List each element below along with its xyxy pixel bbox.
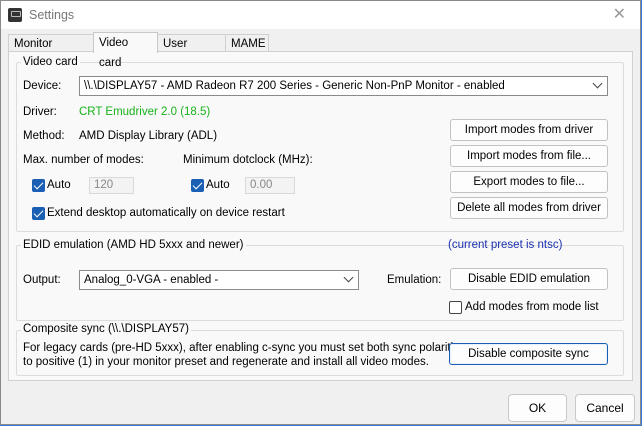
output-select[interactable]: Analog_0-VGA - enabled - — [79, 270, 359, 290]
device-value: \\.\DISPLAY57 - AMD Radeon R7 200 Series… — [84, 80, 505, 92]
device-label: Device: — [23, 80, 62, 92]
edid-group-label: EDID emulation (AMD HD 5xxx and newer) — [21, 239, 246, 251]
import-modes-file-button[interactable]: Import modes from file... — [450, 145, 608, 167]
video-card-panel: Video card Device: \\.\DISPLAY57 - AMD R… — [8, 51, 633, 381]
add-modes-checkbox[interactable] — [449, 301, 462, 314]
method-value: AMD Display Library (ADL) — [79, 130, 218, 142]
title-bar[interactable]: Settings ✕ — [1, 1, 640, 29]
chevron-down-icon — [592, 78, 603, 89]
chevron-down-icon — [343, 272, 354, 283]
settings-window: Settings ✕ Monitor settings Video card U… — [0, 0, 641, 425]
method-label: Method: — [23, 130, 65, 142]
max-modes-input[interactable]: 120 — [89, 177, 134, 194]
composite-description-line2: to positive (1) in your monitor preset a… — [23, 356, 429, 368]
max-modes-label: Max. number of modes: — [23, 154, 144, 166]
min-dotclock-input[interactable]: 0.00 — [245, 177, 295, 194]
min-dotclock-label: Minimum dotclock (MHz): — [183, 154, 313, 166]
current-preset-note: (current preset is ntsc) — [448, 239, 563, 251]
min-dotclock-auto-checkbox[interactable] — [191, 179, 204, 192]
emulation-label: Emulation: — [387, 274, 442, 286]
driver-value: CRT Emudriver 2.0 (18.5) — [79, 106, 211, 118]
max-modes-auto-label[interactable]: Auto — [47, 179, 71, 191]
delete-all-modes-button[interactable]: Delete all modes from driver — [450, 197, 608, 219]
disable-composite-sync-button[interactable]: Disable composite sync — [449, 343, 608, 365]
driver-label: Driver: — [23, 106, 57, 118]
extend-desktop-checkbox[interactable] — [32, 207, 45, 220]
cancel-button[interactable]: Cancel — [575, 394, 635, 422]
import-modes-driver-button[interactable]: Import modes from driver — [450, 119, 608, 141]
window-title: Settings — [29, 8, 75, 22]
close-icon[interactable]: ✕ — [613, 4, 626, 24]
ok-button[interactable]: OK — [508, 394, 567, 422]
device-select[interactable]: \\.\DISPLAY57 - AMD Radeon R7 200 Series… — [79, 76, 608, 96]
tab-mame[interactable]: MAME — [225, 34, 269, 52]
max-modes-auto-checkbox[interactable] — [32, 179, 45, 192]
tab-video-card[interactable]: Video card — [93, 32, 158, 69]
min-dotclock-auto-label[interactable]: Auto — [206, 179, 230, 191]
composite-description-line1: For legacy cards (pre-HD 5xxx), after en… — [23, 342, 466, 354]
extend-desktop-label[interactable]: Extend desktop automatically on device r… — [47, 207, 285, 219]
output-value: Analog_0-VGA - enabled - — [84, 274, 219, 286]
output-label: Output: — [23, 274, 61, 286]
disable-edid-button[interactable]: Disable EDID emulation — [450, 268, 608, 290]
tab-user-modes[interactable]: User modes — [157, 34, 226, 68]
composite-sync-group-label: Composite sync (\\.\DISPLAY57) — [21, 323, 191, 335]
tab-monitor-settings[interactable]: Monitor settings — [8, 34, 94, 68]
add-modes-label[interactable]: Add modes from mode list — [465, 301, 599, 313]
video-card-group-label: Video card — [21, 56, 80, 68]
app-icon — [8, 8, 22, 22]
export-modes-file-button[interactable]: Export modes to file... — [450, 171, 608, 193]
